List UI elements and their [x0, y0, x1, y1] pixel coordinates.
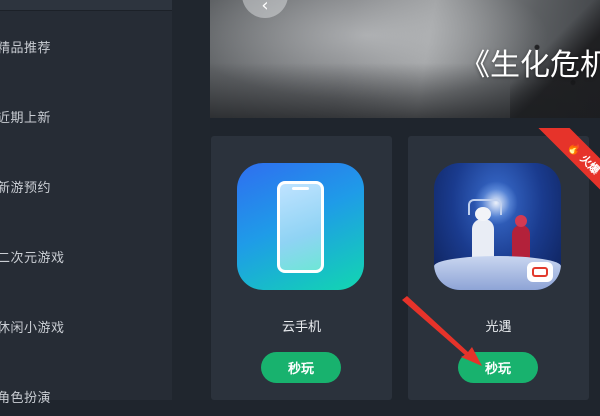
- annotation-arrow: [402, 296, 482, 366]
- arrow-icon: [402, 296, 482, 366]
